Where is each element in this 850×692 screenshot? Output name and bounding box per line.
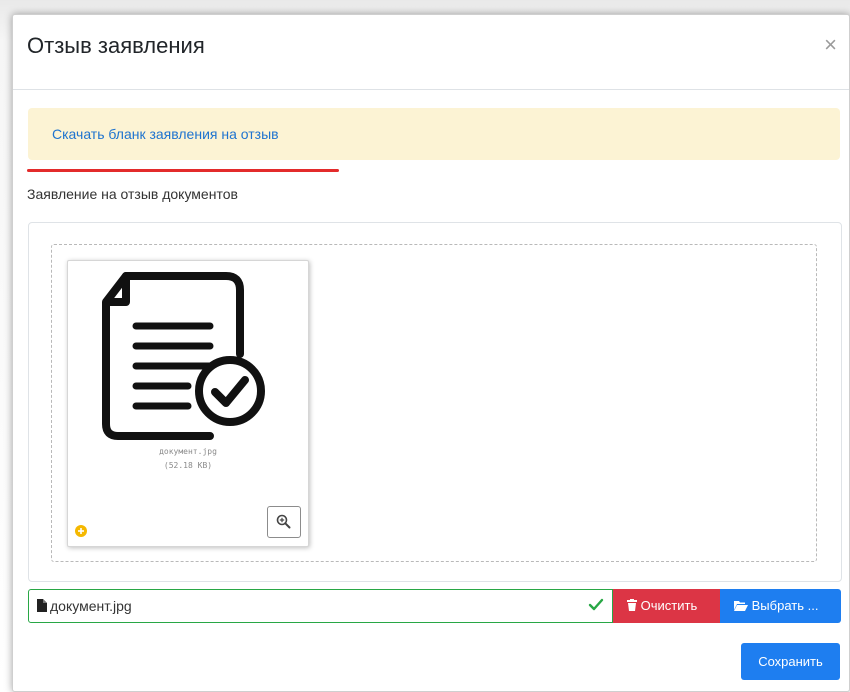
revoke-application-modal: Отзыв заявления × Скачать бланк заявлени… [12,14,850,692]
clear-button-label: Очистить [640,598,698,613]
trash-icon [627,599,637,611]
file-input-group: документ.jpg Очистить Выбрать ... [28,589,849,625]
file-caption-field[interactable]: документ.jpg [28,589,613,623]
save-button-label: Сохранить [758,654,823,669]
save-button[interactable]: Сохранить [741,643,840,680]
folder-open-icon [734,601,748,611]
modal-title: Отзыв заявления [27,33,205,58]
selected-file-name: документ.jpg [50,598,132,614]
zoom-in-icon [276,514,291,529]
close-button[interactable]: × [824,34,837,56]
plus-icon[interactable] [75,525,87,537]
highlight-underline [27,169,339,172]
check-icon [588,598,604,611]
file-drop-zone[interactable]: документ.jpg (52.18 KB) [51,244,817,562]
document-check-icon [102,272,265,440]
file-preview-panel: документ.jpg (52.18 KB) [28,222,842,582]
download-alert: Скачать бланк заявления на отзыв [28,108,840,160]
upload-field-label: Заявление на отзыв документов [27,186,238,202]
download-form-link[interactable]: Скачать бланк заявления на отзыв [52,126,279,142]
file-icon [37,599,47,612]
zoom-preview-button[interactable] [267,506,301,538]
file-preview-thumbnail: документ.jpg (52.18 KB) [67,260,309,547]
choose-button-label: Выбрать ... [751,598,819,613]
choose-file-button[interactable]: Выбрать ... [720,589,841,623]
clear-button[interactable]: Очистить [613,589,720,623]
modal-header: Отзыв заявления × [13,15,849,90]
preview-file-name: документ.jpg [159,447,217,456]
preview-file-size: (52.18 KB) [163,461,213,470]
